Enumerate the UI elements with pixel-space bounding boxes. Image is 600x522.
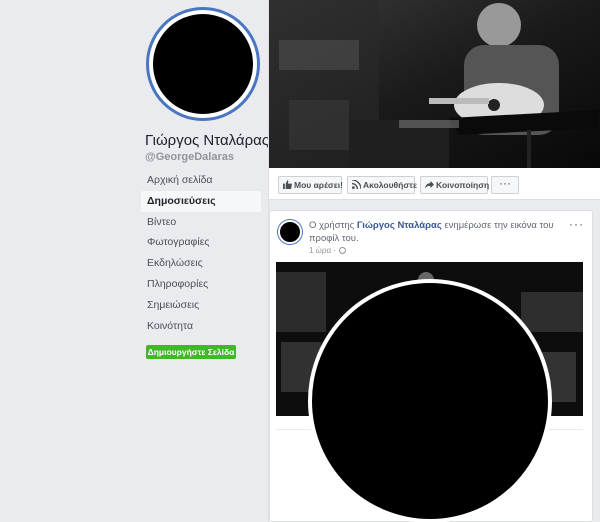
post-profile-photo-image xyxy=(312,283,548,519)
page-nav: Αρχική σελίδα Δημοσιεύσεις Βίντεο Φωτογρ… xyxy=(141,170,261,336)
rss-icon xyxy=(352,180,361,189)
post-author-link[interactable]: Γιώργος Νταλάρας xyxy=(357,220,442,231)
share-arrow-icon xyxy=(425,180,434,189)
share-button-label: Κοινοποίηση xyxy=(436,180,490,190)
nav-item-community[interactable]: Κοινότητα xyxy=(141,316,261,337)
left-column: Γιώργος Νταλάρας @GeorgeDalaras Αρχική σ… xyxy=(0,0,269,522)
more-options-button[interactable]: ··· xyxy=(491,176,519,194)
page-handle[interactable]: @GeorgeDalaras xyxy=(145,151,234,163)
nav-item-about[interactable]: Πληροφορίες xyxy=(141,274,261,295)
post-card: Ο χρήστης Γιώργος Νταλάρας ενημέρωσε την… xyxy=(269,210,593,522)
post-header: Ο χρήστης Γιώργος Νταλάρας ενημέρωσε την… xyxy=(309,219,559,245)
create-page-button[interactable]: Δημιουργήστε Σελίδα xyxy=(146,345,236,359)
post-author-avatar[interactable] xyxy=(278,220,302,244)
post-time-text: 1 ώρα · xyxy=(309,246,336,255)
like-button-label: Μου αρέσει! xyxy=(294,180,343,190)
nav-item-notes[interactable]: Σημειώσεις xyxy=(141,295,261,316)
share-button[interactable]: Κοινοποίηση xyxy=(420,176,490,194)
post-header-prefix: Ο χρήστης xyxy=(309,220,357,231)
profile-picture[interactable] xyxy=(146,7,260,121)
post-options-menu[interactable]: ··· xyxy=(569,217,584,231)
thumbs-up-icon xyxy=(283,180,292,189)
cover-photo-image xyxy=(269,0,600,168)
nav-item-posts[interactable]: Δημοσιεύσεις xyxy=(141,190,261,212)
nav-item-photos[interactable]: Φωτογραφίες xyxy=(141,232,261,253)
cover-photo[interactable] xyxy=(269,0,600,168)
follow-button[interactable]: Ακολουθήστε xyxy=(347,176,417,194)
page-action-bar: Μου αρέσει! Ακολουθήστε Κοινοποίηση ··· xyxy=(269,168,600,200)
nav-item-videos[interactable]: Βίντεο xyxy=(141,212,261,233)
follow-button-label: Ακολουθήστε xyxy=(363,180,417,190)
like-button[interactable]: Μου αρέσει! xyxy=(278,176,343,194)
nav-item-home[interactable]: Αρχική σελίδα xyxy=(141,170,261,191)
post-timestamp[interactable]: 1 ώρα · xyxy=(309,246,346,255)
nav-item-events[interactable]: Εκδηλώσεις xyxy=(141,253,261,274)
post-profile-photo[interactable] xyxy=(308,279,552,522)
avatar xyxy=(153,14,253,114)
globe-icon xyxy=(338,247,346,254)
page-title[interactable]: Γιώργος Νταλάρας xyxy=(145,132,269,149)
